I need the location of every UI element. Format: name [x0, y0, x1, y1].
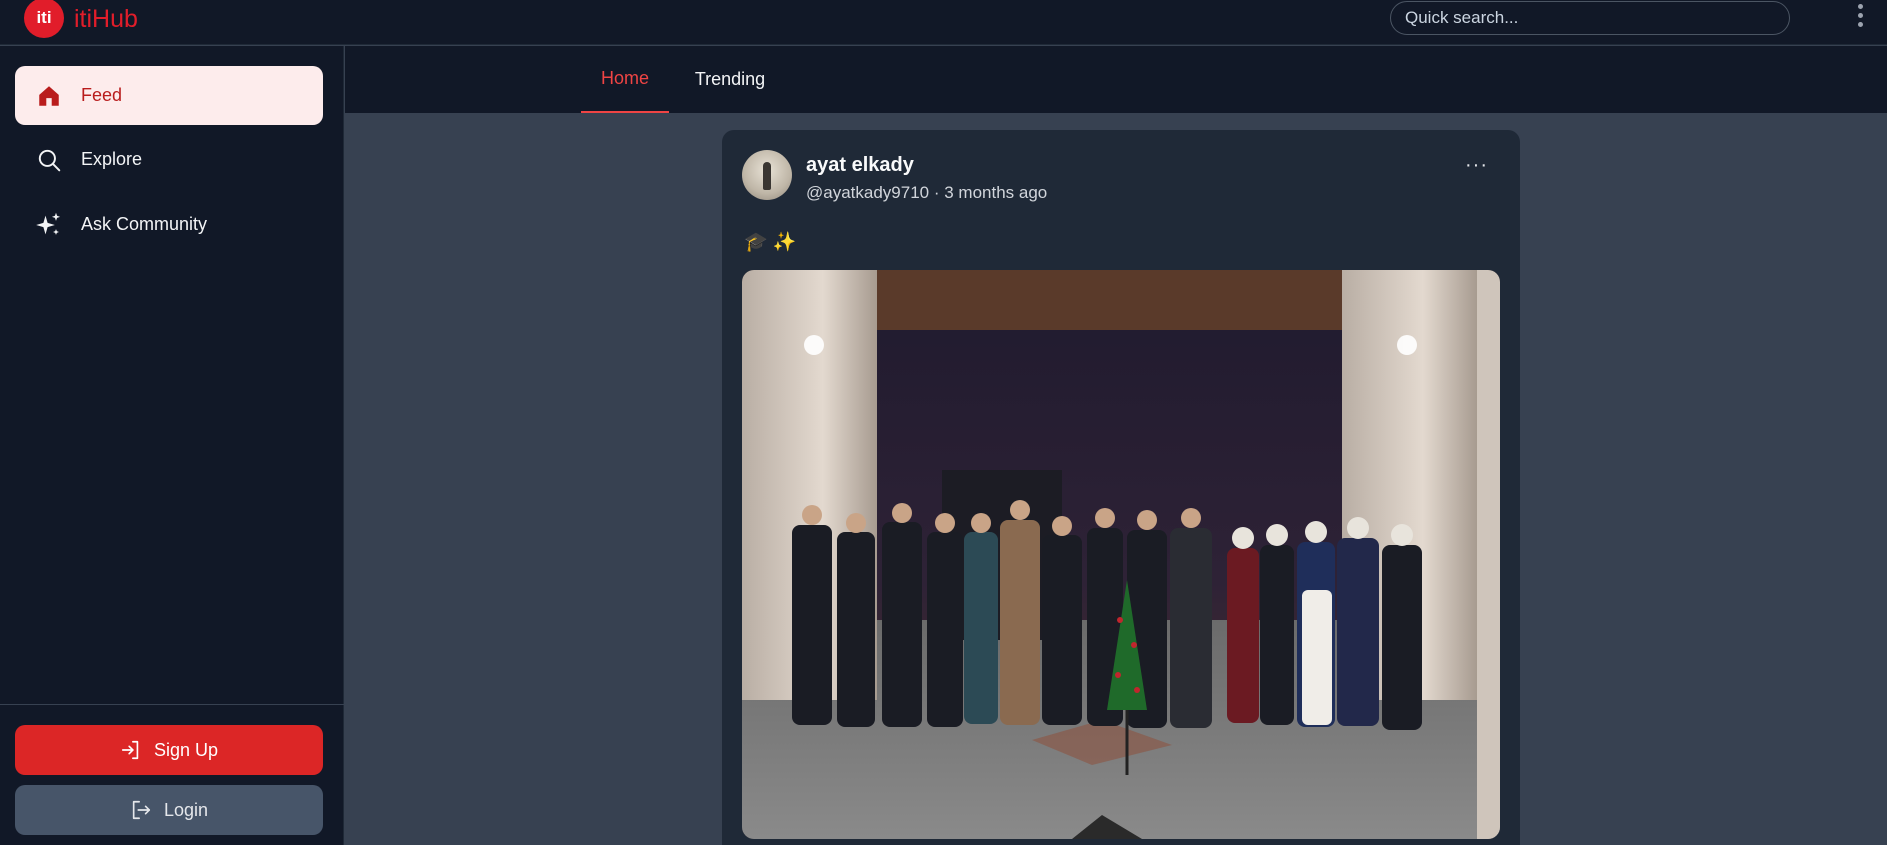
sign-up-label: Sign Up [153, 739, 219, 760]
sidebar-item-feed[interactable]: Feed [15, 66, 323, 125]
sidebar-item-explore[interactable]: Explore [15, 130, 323, 189]
feed-tabs: Home Trending [345, 46, 1887, 113]
sparkles-icon [35, 211, 63, 239]
post-image[interactable] [742, 270, 1500, 839]
post-text: 🎓 ✨ [744, 232, 797, 253]
sidebar-item-ask-community[interactable]: Ask Community [15, 195, 323, 254]
sign-in-icon [120, 739, 142, 761]
app-name: itiHub [74, 4, 138, 33]
sidebar-item-label: Explore [81, 149, 143, 169]
logo-badge: iti [24, 0, 64, 38]
sidebar-item-label: Feed [81, 85, 123, 105]
search-icon [35, 146, 63, 174]
login-label: Login [163, 799, 209, 820]
home-icon [35, 82, 63, 110]
search-input[interactable] [1390, 1, 1790, 35]
log-in-icon [130, 799, 152, 821]
sidebar-item-label: Ask Community [81, 214, 208, 234]
post-author[interactable]: ayat elkady [806, 154, 914, 177]
logo[interactable]: iti itiHub [24, 0, 138, 38]
top-bar: iti itiHub [0, 0, 1887, 45]
post-card: ayat elkady @ayatkady9710 · 3 months ago… [722, 130, 1520, 845]
more-options-icon[interactable] [1852, 4, 1868, 30]
login-button[interactable]: Login [15, 785, 323, 835]
post-meta: @ayatkady9710 · 3 months ago [806, 183, 1048, 202]
sign-up-button[interactable]: Sign Up [15, 725, 323, 775]
avatar[interactable] [742, 150, 792, 200]
tab-trending[interactable]: Trending [683, 46, 777, 113]
auth-panel: Sign Up Login [0, 704, 344, 845]
post-more-icon[interactable]: ··· [1465, 154, 1488, 177]
sidebar: Feed Explore Ask Community Sign Up Login [0, 46, 344, 845]
tab-home[interactable]: Home [581, 46, 669, 113]
